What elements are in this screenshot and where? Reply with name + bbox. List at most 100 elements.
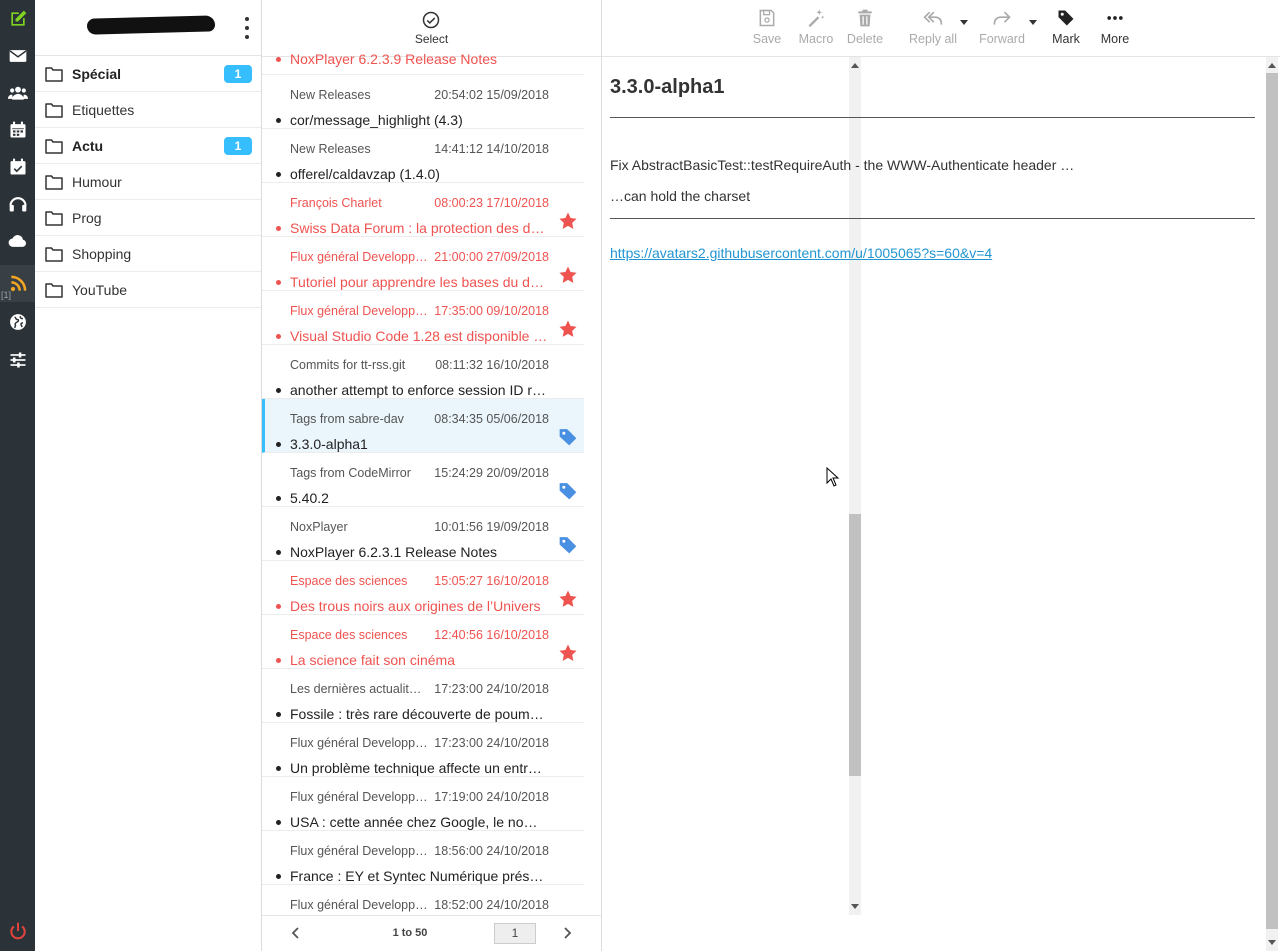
message-row[interactable]: Flux général Developp… 18:56:00 24/10/201… [262, 831, 584, 885]
message-date: 15:05:27 16/10/2018 [434, 574, 549, 588]
cloud-button[interactable] [0, 222, 35, 259]
message-row[interactable]: François Charlet 08:00:23 17/10/2018 Swiss… [262, 183, 584, 237]
folder-item[interactable]: Spécial 1 [35, 56, 261, 92]
headphones-button[interactable] [0, 185, 35, 222]
message-subject: cor/message_highlight (4.3) [290, 112, 463, 128]
save-icon [759, 9, 775, 27]
message-row[interactable]: Commits for tt-rss.git 08:11:32 16/10/201… [262, 345, 584, 399]
tag-icon [1058, 10, 1074, 26]
message-body-line: …can hold the charset [610, 188, 751, 204]
message-subject: NoxPlayer 6.2.3.9 Release Notes [290, 51, 497, 67]
message-date: 20:54:02 15/09/2018 [434, 88, 549, 102]
folder-item[interactable]: Shopping [35, 236, 261, 272]
message-row[interactable]: Espace des sciences 15:05:27 16/10/2018 De… [262, 561, 584, 615]
globe-button[interactable] [0, 303, 35, 340]
star-icon[interactable] [558, 211, 578, 231]
forward-dropdown-caret[interactable] [1029, 20, 1037, 25]
message-content-panel: Save Macro Delete Reply all Forward Mark… [602, 0, 1280, 951]
folder-icon [45, 246, 63, 262]
preview-scrollbar[interactable] [1264, 57, 1280, 951]
message-row[interactable]: Flux général Developp… 17:19:00 24/10/201… [262, 777, 584, 831]
save-button[interactable]: Save [739, 8, 795, 46]
unread-dot [276, 766, 281, 771]
preview-scroll-down-arrow[interactable] [1268, 940, 1276, 945]
tasks-button[interactable] [0, 148, 35, 185]
folder-icon [45, 138, 63, 154]
folder-icon [45, 102, 63, 118]
preview-scroll-up-arrow[interactable] [1268, 63, 1276, 68]
reply-all-dropdown-caret[interactable] [960, 20, 968, 25]
message-row[interactable]: Tags from sabre-dav 08:34:35 05/06/2018 3.… [262, 399, 584, 453]
next-page-icon[interactable] [559, 925, 575, 941]
body-divider [610, 218, 1255, 219]
folder-item[interactable]: Prog [35, 200, 261, 236]
settings-sliders-icon [10, 352, 25, 367]
headphones-icon [8, 196, 27, 211]
message-date: 17:35:00 09/10/2018 [434, 304, 549, 318]
unread-dot [276, 712, 281, 717]
prev-page-icon[interactable] [288, 925, 304, 941]
unread-dot [276, 496, 281, 501]
calendar-button[interactable] [0, 111, 35, 148]
message-row[interactable]: New Releases 14:41:12 14/10/2018 offerel/c… [262, 129, 584, 183]
message-subject: Swiss Data Forum : la protection des do… [290, 220, 548, 236]
message-row[interactable]: Flux général Developp… 21:00:00 27/09/201… [262, 237, 584, 291]
mark-button[interactable]: Mark [1038, 8, 1094, 46]
subject-divider [610, 117, 1255, 118]
message-date: 14:41:12 14/10/2018 [434, 142, 549, 156]
unread-badge: 1 [224, 137, 252, 155]
message-subject: La science fait son cinéma [290, 652, 455, 668]
avatar-link[interactable]: https://avatars2.githubusercontent.com/u… [610, 245, 992, 261]
select-button[interactable]: Select [415, 10, 448, 46]
mouse-cursor-icon [826, 467, 840, 487]
message-subject: France : EY et Syntec Numérique présen… [290, 868, 548, 884]
message-row[interactable]: Flux général Developp… 17:35:00 09/10/201… [262, 291, 584, 345]
delete-button[interactable]: Delete [837, 8, 893, 46]
message-subject: offerel/caldavzap (1.4.0) [290, 166, 440, 182]
folder-item[interactable]: Etiquettes [35, 92, 261, 128]
tag-icon[interactable] [558, 427, 578, 447]
message-row[interactable]: Tags from CodeMirror 15:24:29 20/09/2018 5… [262, 453, 584, 507]
unread-dot [276, 118, 281, 123]
folder-item[interactable]: YouTube [35, 272, 261, 308]
tag-icon[interactable] [558, 481, 578, 501]
compose-button[interactable] [0, 0, 35, 37]
message-row[interactable]: Flux général Developp… 18:52:00 24/10/201… [262, 885, 584, 914]
preview-scroll-thumb[interactable] [1266, 73, 1278, 929]
message-list-panel: Select NoxPlayer 6.2.3.9 Release Notes Ne… [262, 0, 861, 951]
message-date: 08:34:35 05/06/2018 [434, 412, 549, 426]
message-sender: Flux général Developp… [290, 304, 428, 318]
forward-button[interactable]: Forward [974, 8, 1030, 46]
unread-dot [276, 658, 281, 663]
message-row[interactable]: Flux général Developp… 17:23:00 24/10/201… [262, 723, 584, 777]
more-dots-icon [1107, 16, 1123, 20]
message-row[interactable]: New Releases 20:54:02 15/09/2018 cor/messa… [262, 75, 584, 129]
message-row[interactable]: Espace des sciences 12:40:56 16/10/2018 La… [262, 615, 584, 669]
account-menu-button[interactable] [241, 17, 253, 39]
unread-dot [276, 604, 281, 609]
folder-item[interactable]: Actu 1 [35, 128, 261, 164]
folder-item[interactable]: Humour [35, 164, 261, 200]
folder-icon [45, 282, 63, 298]
contacts-button[interactable] [0, 74, 35, 111]
magic-wand-icon [808, 9, 825, 28]
macro-button[interactable]: Macro [788, 8, 844, 46]
star-icon[interactable] [558, 643, 578, 663]
star-icon[interactable] [558, 265, 578, 285]
star-icon[interactable] [558, 589, 578, 609]
delete-label: Delete [846, 32, 884, 46]
tag-icon[interactable] [558, 535, 578, 555]
more-button[interactable]: More [1087, 8, 1143, 46]
message-row[interactable]: NoxPlayer 6.2.3.9 Release Notes [262, 47, 584, 75]
logout-button[interactable] [0, 912, 35, 949]
reply-all-button[interactable]: Reply all [905, 8, 961, 46]
settings-button[interactable] [0, 341, 35, 378]
unread-dot [276, 57, 281, 62]
message-row[interactable]: NoxPlayer 10:01:56 19/09/2018 NoxPlayer 6.… [262, 507, 584, 561]
page-number-input[interactable]: 1 [494, 923, 536, 944]
rss-button[interactable]: [1] [0, 265, 35, 302]
mail-button[interactable] [0, 37, 35, 74]
message-sender: Flux général Developp… [290, 736, 428, 750]
star-icon[interactable] [558, 319, 578, 339]
message-row[interactable]: Les dernières actualit… 17:23:00 24/10/20… [262, 669, 584, 723]
